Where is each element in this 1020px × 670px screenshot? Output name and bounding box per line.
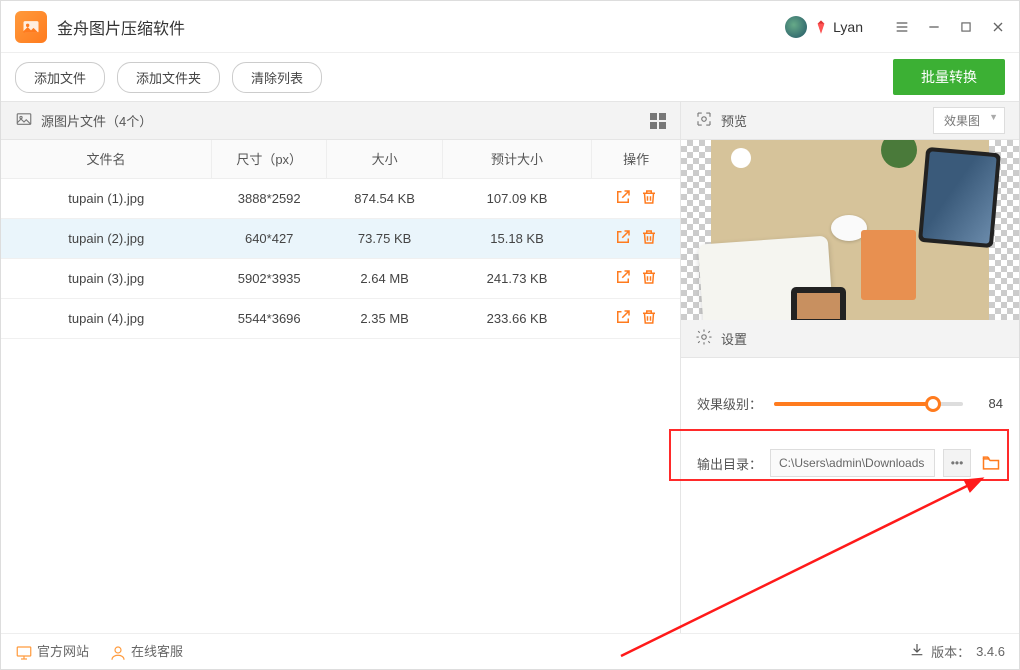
batch-convert-button[interactable]: 批量转换 xyxy=(893,59,1005,95)
open-folder-icon[interactable] xyxy=(979,451,1003,475)
table-row[interactable]: tupain (2).jpg640*42773.75 KB15.18 KB xyxy=(1,218,680,258)
preview-icon xyxy=(695,110,713,131)
download-icon xyxy=(909,642,925,661)
maximize-icon[interactable] xyxy=(955,16,977,38)
open-external-icon[interactable] xyxy=(614,194,632,209)
table-row[interactable]: tupain (4).jpg5544*36962.35 MB233.66 KB xyxy=(1,298,680,338)
open-external-icon[interactable] xyxy=(614,314,632,329)
gear-icon xyxy=(695,328,713,349)
open-external-icon[interactable] xyxy=(614,234,632,249)
cell-size: 2.64 MB xyxy=(327,258,442,298)
quality-value: 84 xyxy=(975,396,1003,411)
grid-view-icon[interactable] xyxy=(650,113,666,129)
app-title: 金舟图片压缩软件 xyxy=(57,15,185,39)
right-pane: 预览 效果图 设置 xyxy=(681,102,1019,633)
table-row[interactable]: tupain (3).jpg5902*39352.64 MB241.73 KB xyxy=(1,258,680,298)
version-label: 版本： xyxy=(931,642,970,661)
cell-predicted: 233.66 KB xyxy=(442,298,591,338)
add-file-button[interactable]: 添加文件 xyxy=(15,62,105,93)
add-folder-button[interactable]: 添加文件夹 xyxy=(117,62,220,93)
cell-predicted: 15.18 KB xyxy=(442,218,591,258)
online-service-link[interactable]: 在线客服 xyxy=(109,641,183,662)
cell-filename: tupain (3).jpg xyxy=(1,258,211,298)
output-row: 输出目录： C:\Users\admin\Downloads ••• xyxy=(697,449,1003,477)
col-dimensions: 尺寸（px） xyxy=(211,140,326,178)
menu-icon[interactable] xyxy=(891,16,913,38)
table-row[interactable]: tupain (1).jpg3888*2592874.54 KB107.09 K… xyxy=(1,178,680,218)
quality-slider[interactable] xyxy=(774,402,963,406)
browse-button[interactable]: ••• xyxy=(943,449,971,477)
cell-filename: tupain (2).jpg xyxy=(1,218,211,258)
monitor-icon xyxy=(15,644,33,662)
col-filename: 文件名 xyxy=(1,140,211,178)
person-icon xyxy=(109,644,127,662)
delete-icon[interactable] xyxy=(640,234,658,249)
close-icon[interactable] xyxy=(987,16,1009,38)
cell-filename: tupain (1).jpg xyxy=(1,178,211,218)
source-header: 源图片文件（4个） xyxy=(1,102,680,140)
delete-icon[interactable] xyxy=(640,194,658,209)
col-size: 大小 xyxy=(327,140,442,178)
app-logo xyxy=(15,11,47,43)
settings-header-label: 设置 xyxy=(721,329,747,348)
col-actions: 操作 xyxy=(592,140,680,178)
source-header-label: 源图片文件（4个） xyxy=(41,111,152,130)
cell-dimensions: 5544*3696 xyxy=(211,298,326,338)
app-window: 金舟图片压缩软件 Lyan 添加文件 添加文件夹 清除列表 批量转换 xyxy=(0,0,1020,670)
preview-header-label: 预览 xyxy=(721,111,747,130)
avatar[interactable] xyxy=(785,16,807,38)
cell-predicted: 107.09 KB xyxy=(442,178,591,218)
cell-predicted: 241.73 KB xyxy=(442,258,591,298)
preview-header: 预览 效果图 xyxy=(681,102,1019,140)
clear-list-button[interactable]: 清除列表 xyxy=(232,62,322,93)
toolbar: 添加文件 添加文件夹 清除列表 批量转换 xyxy=(1,53,1019,101)
quality-row: 效果级别： 84 xyxy=(697,394,1003,413)
output-path-field[interactable]: C:\Users\admin\Downloads xyxy=(770,449,935,477)
settings-header: 设置 xyxy=(681,320,1019,358)
vip-gem-icon xyxy=(813,19,829,35)
file-table: 文件名 尺寸（px） 大小 预计大小 操作 tupain (1).jpg3888… xyxy=(1,140,680,339)
titlebar: 金舟图片压缩软件 Lyan xyxy=(1,1,1019,53)
version-value: 3.4.6 xyxy=(976,644,1005,659)
output-label: 输出目录： xyxy=(697,454,762,473)
file-list-pane: 源图片文件（4个） 文件名 尺寸（px） 大小 预计大小 操作 tupain ( xyxy=(1,102,681,633)
footer: 官方网站 在线客服 版本： 3.4.6 xyxy=(1,633,1019,669)
main-area: 源图片文件（4个） 文件名 尺寸（px） 大小 预计大小 操作 tupain ( xyxy=(1,101,1019,633)
preview-image xyxy=(681,140,1019,320)
user-name[interactable]: Lyan xyxy=(833,19,863,35)
delete-icon[interactable] xyxy=(640,314,658,329)
cell-dimensions: 5902*3935 xyxy=(211,258,326,298)
settings-body: 效果级别： 84 输出目录： C:\Users\admin\Downloads … xyxy=(681,358,1019,491)
cell-size: 2.35 MB xyxy=(327,298,442,338)
cell-filename: tupain (4).jpg xyxy=(1,298,211,338)
minimize-icon[interactable] xyxy=(923,16,945,38)
cell-size: 73.75 KB xyxy=(327,218,442,258)
preview-mode-dropdown[interactable]: 效果图 xyxy=(933,107,1005,134)
cell-dimensions: 640*427 xyxy=(211,218,326,258)
delete-icon[interactable] xyxy=(640,274,658,289)
open-external-icon[interactable] xyxy=(614,274,632,289)
cell-size: 874.54 KB xyxy=(327,178,442,218)
col-predicted: 预计大小 xyxy=(442,140,591,178)
quality-label: 效果级别： xyxy=(697,394,762,413)
cell-dimensions: 3888*2592 xyxy=(211,178,326,218)
image-file-icon xyxy=(15,110,33,131)
official-site-link[interactable]: 官方网站 xyxy=(15,641,89,662)
